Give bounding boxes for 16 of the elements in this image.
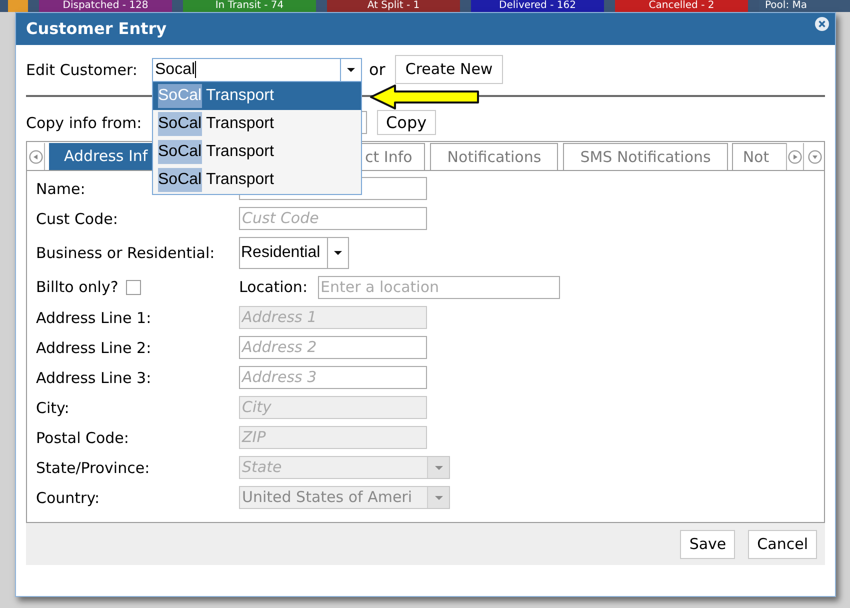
field-label: Name:	[36, 180, 86, 198]
field-label: Edit Customer:	[26, 60, 138, 78]
field-label: Billto only?	[36, 277, 118, 298]
field-label: City:	[36, 398, 70, 416]
field-label: Copy info from:	[26, 114, 142, 132]
field-label: Address Line 3:	[36, 368, 152, 386]
field-label: Business or Residential:	[36, 244, 215, 262]
field-label: State/Province:	[36, 458, 150, 476]
field-label: Cust Code:	[36, 210, 118, 228]
window-title: Customer Entry	[26, 19, 167, 39]
field-label: Location:	[239, 277, 308, 298]
or-text: or	[369, 58, 386, 80]
field-label: Postal Code:	[36, 428, 129, 446]
field-label: Address Line 1:	[36, 308, 152, 326]
field-label: Country:	[36, 488, 100, 506]
field-label: Address Line 2:	[36, 338, 152, 356]
